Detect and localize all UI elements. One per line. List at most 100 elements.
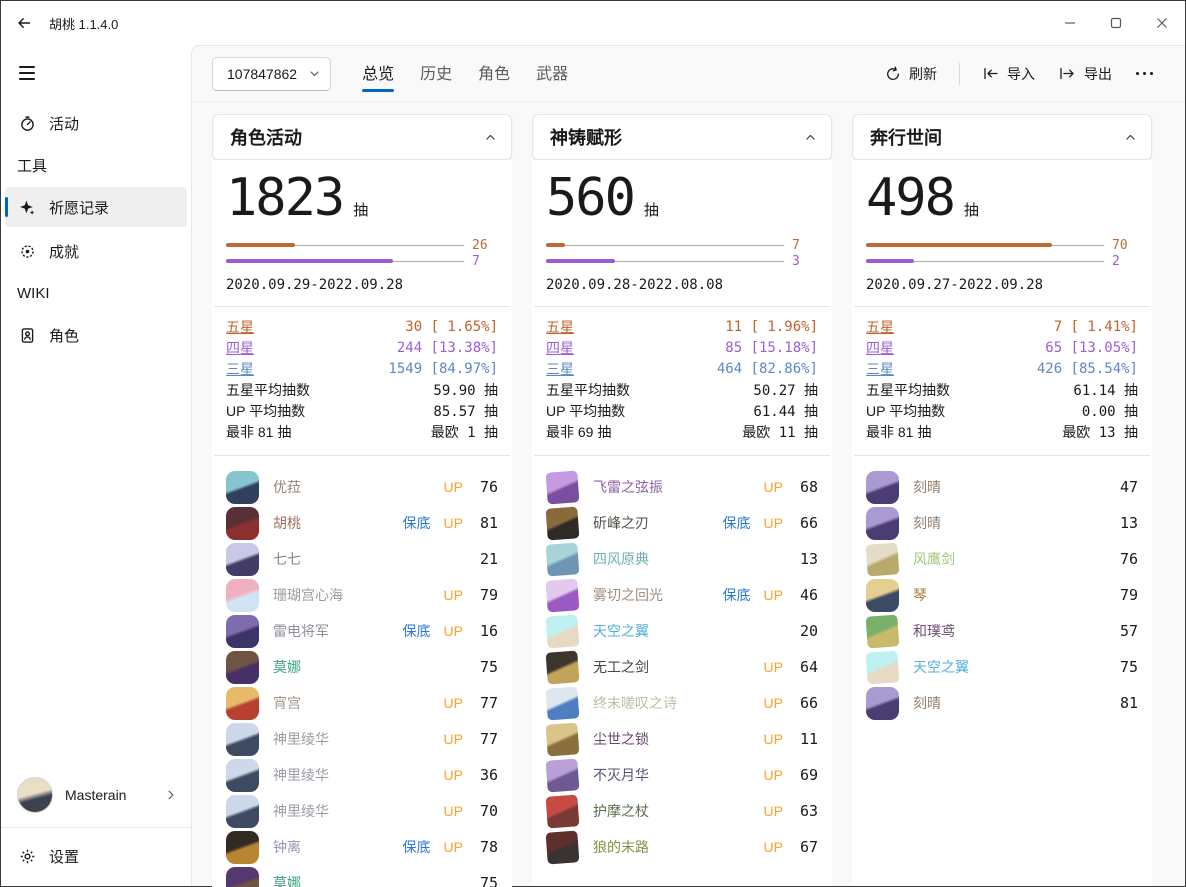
item-avatar xyxy=(546,542,580,576)
stat-value: 最欧 13 抽 xyxy=(1062,422,1138,442)
import-button[interactable]: 导入 xyxy=(972,57,1045,91)
stat-label[interactable]: 四星 xyxy=(866,338,894,358)
date-range: 2020.09.28-2022.08.08 xyxy=(546,277,830,293)
stat-row: 五星平均抽数 50.27 抽 xyxy=(546,379,818,400)
collapse-button[interactable] xyxy=(1124,131,1137,144)
pull-list-item: 莫娜 75 xyxy=(226,649,498,685)
item-name: 胡桃 xyxy=(273,513,403,533)
date-range: 2020.09.29-2022.09.28 xyxy=(226,277,510,293)
stat-label[interactable]: 五星 xyxy=(226,317,254,337)
sidebar-item-achievements[interactable]: 成就 xyxy=(5,231,187,271)
pull-list-item: 斫峰之刃 保底 UP 66 xyxy=(546,505,818,541)
pull-count: 57 xyxy=(1116,622,1138,640)
achievement-icon xyxy=(5,243,49,260)
user-account-button[interactable]: Masterain xyxy=(5,767,187,823)
up-badge: UP xyxy=(444,839,463,855)
item-name: 优菈 xyxy=(273,477,444,497)
sidebar-item-settings[interactable]: 设置 xyxy=(5,832,187,880)
stat-label[interactable]: 五星 xyxy=(866,317,894,337)
export-label: 导出 xyxy=(1084,64,1112,84)
stat-row: 最非 81 抽 最欧 13 抽 xyxy=(866,421,1138,442)
pull-count: 46 xyxy=(796,586,818,604)
stat-value: 61.14 抽 xyxy=(1073,380,1138,400)
more-button[interactable] xyxy=(1126,64,1163,83)
item-avatar xyxy=(866,471,899,504)
item-name: 刻晴 xyxy=(913,477,1116,497)
item-name: 七七 xyxy=(273,549,476,569)
stat-label[interactable]: 三星 xyxy=(226,359,254,379)
up-badge: UP xyxy=(444,695,463,711)
pull-list-item: 飞雷之弦振 UP 68 xyxy=(546,469,818,505)
pull-list-item: 神里绫华 UP 77 xyxy=(226,721,498,757)
pull-list-item: 狼的末路 UP 67 xyxy=(546,829,818,865)
tab-history[interactable]: 历史 xyxy=(411,52,461,96)
banner-header-card: 角色活动 xyxy=(212,114,512,160)
stat-label[interactable]: 四星 xyxy=(546,338,574,358)
pull-count: 75 xyxy=(476,874,498,887)
pull-count: 79 xyxy=(1116,586,1138,604)
back-button[interactable] xyxy=(1,1,47,45)
sidebar-item-activity[interactable]: 活动 xyxy=(5,103,187,143)
collapse-button[interactable] xyxy=(804,131,817,144)
stat-label: 最非 69 抽 xyxy=(546,422,611,442)
pull-list-item: 风鹰剑 76 xyxy=(866,541,1138,577)
pull-count: 75 xyxy=(476,658,498,676)
pull-list-item: 刻晴 13 xyxy=(866,505,1138,541)
stat-label[interactable]: 三星 xyxy=(866,359,894,379)
collapse-button[interactable] xyxy=(484,131,497,144)
stat-label: 最非 81 抽 xyxy=(226,422,291,442)
stat-label[interactable]: 五星 xyxy=(546,317,574,337)
activity-icon xyxy=(5,115,49,132)
up-badge: UP xyxy=(444,515,463,531)
export-button[interactable]: 导出 xyxy=(1049,57,1122,91)
item-avatar xyxy=(546,830,580,864)
sidebar-item-characters[interactable]: 角色 xyxy=(5,315,187,355)
item-avatar xyxy=(226,615,259,648)
tab-characters[interactable]: 角色 xyxy=(469,52,519,96)
date-range: 2020.09.27-2022.09.28 xyxy=(866,277,1150,293)
item-name: 四风原典 xyxy=(593,549,796,569)
stat-label: 五星平均抽数 xyxy=(546,380,630,400)
pull-count: 75 xyxy=(1116,658,1138,676)
pity-badge: 保底 xyxy=(723,585,751,605)
stat-value: 426 [85.54%] xyxy=(1037,361,1138,377)
character-icon xyxy=(5,327,49,344)
total-pulls: 560 抽 xyxy=(546,170,830,227)
divider xyxy=(534,306,830,307)
item-name: 狼的末路 xyxy=(593,837,764,857)
pull-count: 70 xyxy=(476,802,498,820)
total-pulls-number: 498 xyxy=(866,170,954,227)
divider xyxy=(534,455,830,456)
banner-title: 角色活动 xyxy=(230,124,484,150)
refresh-button[interactable]: 刷新 xyxy=(875,57,947,91)
hamburger-menu-button[interactable] xyxy=(7,55,47,91)
item-avatar xyxy=(546,578,580,612)
maximize-icon xyxy=(1110,17,1122,29)
up-badge: UP xyxy=(764,587,783,603)
maximize-button[interactable] xyxy=(1093,3,1139,43)
view-tabs: 总览 历史 角色 武器 xyxy=(353,52,577,96)
stat-value: 11 [ 1.96%] xyxy=(725,319,818,335)
uid-value: 107847862 xyxy=(227,66,297,82)
pull-list-item: 莫娜 75 xyxy=(226,865,498,887)
banner-title: 奔行世间 xyxy=(870,124,1124,150)
item-name: 钟离 xyxy=(273,837,403,857)
banner-header-card: 奔行世间 xyxy=(852,114,1152,160)
tab-overview[interactable]: 总览 xyxy=(353,52,403,96)
stat-label[interactable]: 四星 xyxy=(226,338,254,358)
item-name: 天空之翼 xyxy=(593,621,796,641)
uid-dropdown[interactable]: 107847862 xyxy=(212,57,331,91)
close-button[interactable] xyxy=(1139,3,1185,43)
refresh-icon xyxy=(885,66,901,82)
stat-label: UP 平均抽数 xyxy=(546,401,625,421)
up-badge: UP xyxy=(444,623,463,639)
minimize-button[interactable] xyxy=(1047,3,1093,43)
item-avatar xyxy=(226,795,259,828)
sidebar-item-wish-records[interactable]: 祈愿记录 xyxy=(5,187,187,227)
item-name: 琴 xyxy=(913,585,1116,605)
item-name: 无工之剑 xyxy=(593,657,764,677)
total-pulls-number: 560 xyxy=(546,170,634,227)
tab-weapons[interactable]: 武器 xyxy=(527,52,577,96)
stat-label[interactable]: 三星 xyxy=(546,359,574,379)
stat-value: 0.00 抽 xyxy=(1082,401,1138,421)
